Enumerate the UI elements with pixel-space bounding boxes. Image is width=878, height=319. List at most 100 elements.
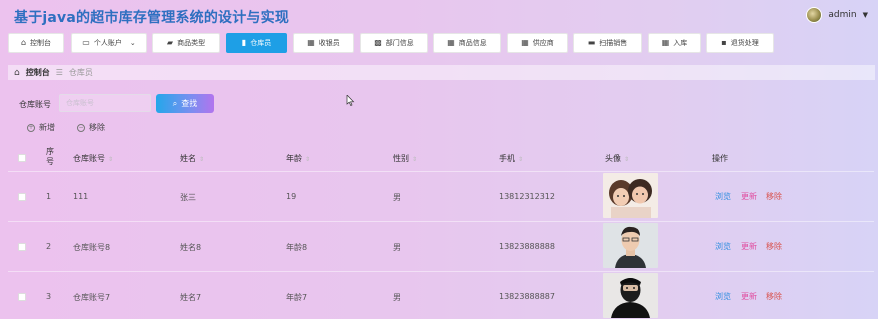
row-checkbox[interactable] <box>18 193 26 201</box>
nav-suppliers[interactable]: ▦ 供应商 <box>507 33 568 53</box>
header-name[interactable]: 姓名 ⇕ <box>180 153 204 164</box>
cell-age: 年龄8 <box>286 243 308 252</box>
top-bar: 基于java的超市库存管理系统的设计与实现 admin ▼ <box>0 0 878 30</box>
nav-warehouse-staff[interactable]: ▮ 仓库员 <box>226 33 287 53</box>
header-account[interactable]: 仓库账号 ⇕ <box>73 153 113 164</box>
cell-account: 仓库账号7 <box>73 293 111 302</box>
cell-account: 仓库账号8 <box>73 243 111 252</box>
header-name-label: 姓名 <box>180 154 196 163</box>
search-input[interactable] <box>59 94 151 112</box>
cell-account: 111 <box>73 192 89 201</box>
nav-personal-account[interactable]: ▭ 个人账户 ⌄ <box>71 33 147 53</box>
table-row: 2 仓库账号8 姓名8 年龄8 男 13823888888 浏览 更新 移除 <box>8 222 874 272</box>
header-age-label: 年龄 <box>286 154 302 163</box>
sort-icon[interactable]: ⇕ <box>518 156 523 163</box>
cell-name: 姓名7 <box>180 293 202 302</box>
sort-icon[interactable]: ⇕ <box>305 156 310 163</box>
nav-label: 仓库员 <box>250 39 272 47</box>
remove-link[interactable]: 移除 <box>766 191 782 202</box>
header-index: 序号 <box>46 147 54 166</box>
cell-age: 19 <box>286 192 297 201</box>
avatar-photo-masked-man <box>603 273 658 318</box>
nav-label: 个人账户 <box>93 39 122 47</box>
nav-label: 扫描销售 <box>599 39 628 47</box>
breadcrumb-current: 仓库员 <box>68 68 93 77</box>
edit-link[interactable]: 更新 <box>741 241 757 252</box>
sort-icon[interactable]: ⇕ <box>108 156 113 163</box>
message-icon: ▪ <box>721 38 727 47</box>
sort-icon[interactable]: ⇕ <box>624 156 629 163</box>
nav-dashboard[interactable]: ⌂ 控制台 <box>8 33 64 53</box>
remove-link[interactable]: 移除 <box>766 291 782 302</box>
grid-icon: ▦ <box>521 38 529 47</box>
nav-label: 商品类型 <box>177 39 206 47</box>
view-link[interactable]: 浏览 <box>715 191 731 202</box>
header-avatar[interactable]: 头像 ⇕ <box>605 153 629 164</box>
remove-button[interactable]: − 移除 <box>77 122 105 133</box>
user-menu[interactable]: admin ▼ <box>806 7 868 23</box>
add-button[interactable]: + 新增 <box>27 122 55 133</box>
search-button[interactable]: ⌕ 查找 <box>156 94 214 113</box>
header-gender-label: 性别 <box>393 154 409 163</box>
user-avatar[interactable] <box>806 7 823 23</box>
sort-icon[interactable]: ⇕ <box>199 156 204 163</box>
header-phone[interactable]: 手机 ⇕ <box>499 153 523 164</box>
cell-phone: 13812312312 <box>499 192 555 201</box>
nav-cashiers[interactable]: ▦ 收银员 <box>293 33 354 53</box>
nav-returns[interactable]: ▪ 退货处理 <box>706 33 774 53</box>
header-gender[interactable]: 性别 ⇕ <box>393 153 417 164</box>
sort-icon[interactable]: ⇕ <box>412 156 417 163</box>
header-account-label: 仓库账号 <box>73 154 105 163</box>
avatar-photo-children <box>603 173 658 218</box>
nav-departments[interactable]: ▩ 部门信息 <box>360 33 428 53</box>
cell-phone: 13823888888 <box>499 242 555 251</box>
cell-index: 3 <box>46 292 52 301</box>
cell-name: 姓名8 <box>180 243 202 252</box>
mouse-cursor-icon <box>346 95 355 106</box>
avatar-photo-young-man <box>603 223 658 268</box>
view-link[interactable]: 浏览 <box>715 241 731 252</box>
header-ops: 操作 <box>712 154 728 163</box>
nav-label: 入库 <box>673 39 688 47</box>
nav-label: 退货处理 <box>730 39 759 47</box>
remove-link[interactable]: 移除 <box>766 241 782 252</box>
cell-phone: 13823888887 <box>499 292 555 301</box>
home-icon[interactable]: ⌂ <box>14 68 20 78</box>
remove-label: 移除 <box>89 123 105 132</box>
caret-down-icon[interactable]: ▼ <box>863 11 868 19</box>
minus-circle-icon: − <box>77 123 85 132</box>
nav-products[interactable]: ▦ 商品信息 <box>433 33 501 53</box>
cell-age: 年龄7 <box>286 293 308 302</box>
id-card-icon: ▭ <box>82 38 90 47</box>
search-button-label: 查找 <box>181 99 198 108</box>
plus-circle-icon: + <box>27 123 35 132</box>
home-icon: ⌂ <box>20 38 27 47</box>
nav-product-types[interactable]: ▰ 商品类型 <box>152 33 220 53</box>
header-age[interactable]: 年龄 ⇕ <box>286 153 310 164</box>
grid-dots-icon: ▩ <box>374 38 382 47</box>
nav-label: 商品信息 <box>458 39 487 47</box>
row-checkbox[interactable] <box>18 243 26 251</box>
edit-link[interactable]: 更新 <box>741 291 757 302</box>
search-label: 仓库账号 <box>19 100 51 109</box>
cell-gender: 男 <box>393 293 401 302</box>
nav-stock-in[interactable]: ▦ 入库 <box>648 33 701 53</box>
truck-icon: ▰ <box>166 38 174 47</box>
briefcase-icon: ▬ <box>587 38 596 47</box>
breadcrumb-separator: ☰ <box>55 68 63 77</box>
cell-index: 1 <box>46 192 52 201</box>
view-link[interactable]: 浏览 <box>715 291 731 302</box>
edit-link[interactable]: 更新 <box>741 191 757 202</box>
select-all-checkbox[interactable] <box>18 154 26 162</box>
row-checkbox[interactable] <box>18 293 26 301</box>
grid-icon: ▦ <box>447 38 455 47</box>
search-icon: ⌕ <box>172 98 178 108</box>
user-name[interactable]: admin <box>828 10 856 20</box>
cell-gender: 男 <box>393 243 401 252</box>
header-phone-label: 手机 <box>499 154 515 163</box>
grid-icon: ▦ <box>307 38 315 47</box>
breadcrumb-home[interactable]: 控制台 <box>26 67 50 78</box>
nav-label: 供应商 <box>532 39 554 47</box>
nav-scan-sales[interactable]: ▬ 扫描销售 <box>573 33 642 53</box>
table-header: 序号 仓库账号 ⇕ 姓名 ⇕ 年龄 ⇕ 性别 ⇕ 手机 ⇕ 头像 ⇕ 操作 <box>8 143 874 172</box>
